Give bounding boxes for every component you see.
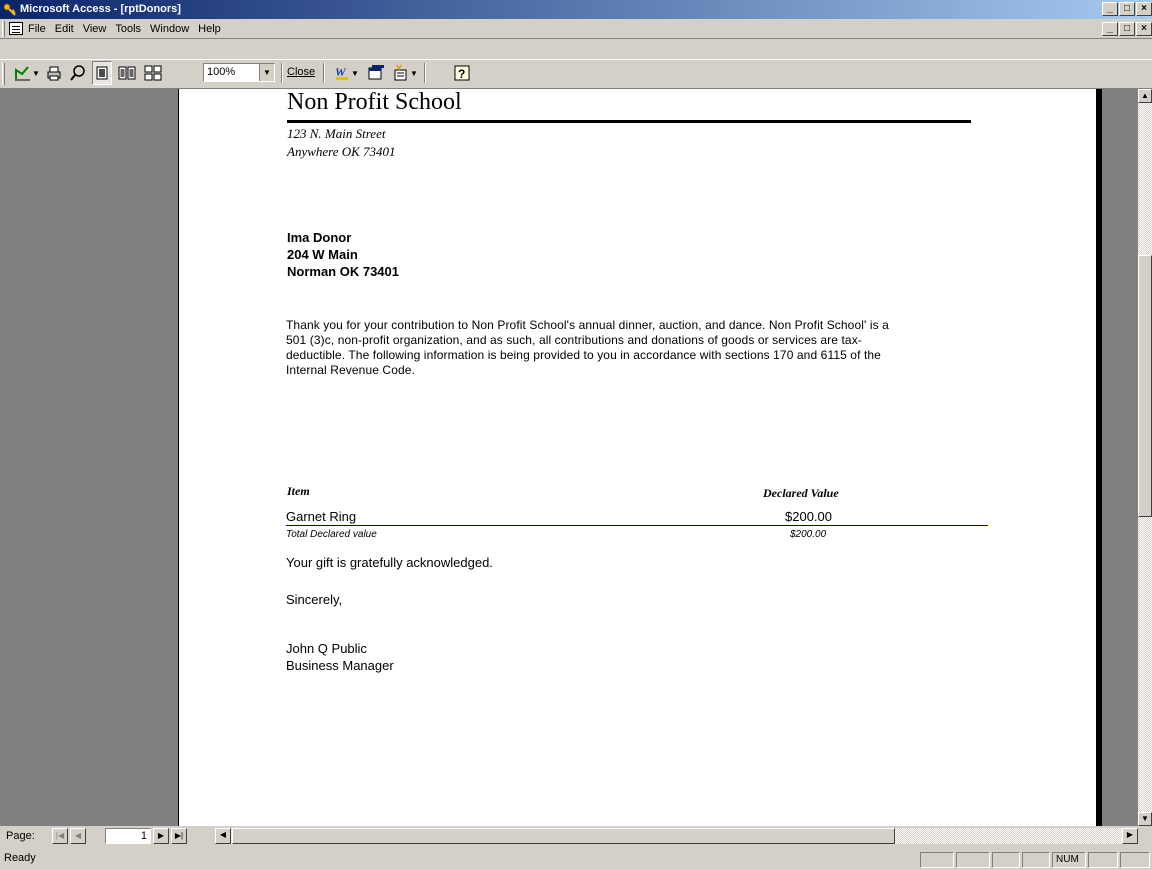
menu-help[interactable]: Help <box>198 22 221 36</box>
one-page-button[interactable] <box>92 61 112 85</box>
printer-icon <box>47 66 61 81</box>
toolbar-grip[interactable] <box>2 63 5 85</box>
close-window-button[interactable]: × <box>1136 2 1152 16</box>
next-page-icon[interactable]: ▶ <box>153 828 169 844</box>
menu-file[interactable]: File <box>28 22 46 36</box>
report-document-icon[interactable] <box>9 22 23 35</box>
doc-minimize-button[interactable]: _ <box>1102 22 1118 36</box>
vertical-scroll-thumb[interactable] <box>1138 255 1152 517</box>
database-window-icon <box>368 65 384 80</box>
svg-text:?: ? <box>458 67 465 81</box>
closing-text: Sincerely, <box>286 592 343 607</box>
office-links-button[interactable]: W ▼ <box>330 61 362 85</box>
menu-edit[interactable]: Edit <box>55 22 74 36</box>
last-page-icon[interactable]: ▶| <box>171 828 187 844</box>
vertical-scrollbar[interactable]: ▲ ▼ <box>1138 89 1152 826</box>
previous-page-icon[interactable]: ◀ <box>70 828 86 844</box>
menu-window[interactable]: Window <box>150 22 189 36</box>
chevron-down-icon[interactable]: ▼ <box>259 64 274 81</box>
column-header-item: Item <box>287 484 310 498</box>
org-address-line2: Anywhere OK 73401 <box>287 144 396 159</box>
word-link-icon: W <box>335 65 349 80</box>
report-page: Non Profit School 123 N. Main Street Any… <box>178 89 1096 826</box>
help-icon: ? <box>454 65 470 81</box>
total-value: $200.00 <box>790 529 827 540</box>
scroll-up-icon[interactable]: ▲ <box>1138 89 1152 103</box>
table-row-value: $200.00 <box>785 509 832 524</box>
table-rule <box>286 525 988 526</box>
menu-bar: File Edit View Tools Window Help _ □ × <box>0 19 1152 39</box>
acknowledgement-text: Your gift is gratefully acknowledged. <box>286 555 493 570</box>
scroll-right-icon[interactable]: ▶ <box>1122 828 1138 844</box>
one-page-icon <box>96 66 108 80</box>
restore-button[interactable]: □ <box>1119 2 1135 16</box>
menu-view[interactable]: View <box>83 22 107 36</box>
donor-name: Ima Donor <box>287 230 352 245</box>
magnifier-icon <box>70 65 85 81</box>
table-row-item: Garnet Ring <box>286 509 357 524</box>
status-panel <box>1120 852 1150 868</box>
multiple-pages-button[interactable] <box>142 61 164 85</box>
org-address-line1: 123 N. Main Street <box>287 126 386 141</box>
menu-tools[interactable]: Tools <box>115 22 141 36</box>
database-window-button[interactable] <box>365 61 387 85</box>
close-preview-button[interactable]: Close <box>287 63 315 82</box>
horizontal-scrollbar[interactable]: ◀ ▶ <box>215 828 1138 844</box>
scroll-left-icon[interactable]: ◀ <box>215 828 231 844</box>
two-pages-icon <box>118 66 136 80</box>
total-label: Total Declared value <box>286 529 377 540</box>
column-header-declared-value: Declared Value <box>763 486 839 500</box>
page-shadow <box>1096 89 1102 826</box>
status-panel <box>956 852 990 868</box>
signer-title: Business Manager <box>286 658 394 673</box>
status-panel <box>1088 852 1118 868</box>
header-rule <box>287 120 971 123</box>
new-object-button[interactable]: ▼ <box>389 61 421 85</box>
org-name: Non Profit School <box>287 89 462 115</box>
zoom-select[interactable]: 100% ▼ <box>203 63 275 82</box>
design-view-icon <box>15 66 31 81</box>
page-number-input[interactable]: 1 <box>105 828 151 844</box>
signer-name: John Q Public <box>286 641 367 656</box>
zoom-button[interactable] <box>68 61 88 85</box>
donor-address-line2: Norman OK 73401 <box>287 264 399 279</box>
num-lock-indicator: NUM <box>1052 852 1086 868</box>
access-key-icon <box>3 3 16 16</box>
toolbar-separator <box>424 63 426 83</box>
menu-grip[interactable] <box>2 21 5 37</box>
toolbar-separator <box>323 63 325 83</box>
print-button[interactable] <box>44 61 64 85</box>
toolbar-separator <box>281 63 283 83</box>
view-button[interactable]: ▼ <box>12 61 42 85</box>
status-panel <box>1022 852 1050 868</box>
window-title: Microsoft Access - [rptDonors] <box>20 3 181 15</box>
scroll-down-icon[interactable]: ▼ <box>1138 812 1152 826</box>
donor-address-line1: 204 W Main <box>287 247 358 262</box>
doc-restore-button[interactable]: □ <box>1119 22 1135 36</box>
report-preview-area[interactable]: Non Profit School 123 N. Main Street Any… <box>0 89 1140 826</box>
multiple-pages-icon <box>144 65 162 81</box>
help-button[interactable]: ? <box>452 61 472 85</box>
status-text: Ready <box>4 852 36 864</box>
svg-text:W: W <box>335 65 347 79</box>
new-object-icon <box>394 64 407 81</box>
toolbar-area <box>0 59 1152 89</box>
page-label: Page: <box>6 830 35 842</box>
status-panel <box>992 852 1020 868</box>
horizontal-scroll-thumb[interactable] <box>232 828 895 844</box>
doc-close-button[interactable]: × <box>1136 22 1152 36</box>
thank-you-paragraph: Thank you for your contribution to Non P… <box>286 318 889 377</box>
print-preview-toolbar <box>0 39 1152 61</box>
first-page-icon[interactable]: |◀ <box>52 828 68 844</box>
zoom-value: 100% <box>207 66 236 78</box>
two-pages-button[interactable] <box>116 61 138 85</box>
minimize-button[interactable]: _ <box>1102 2 1118 16</box>
status-panel <box>920 852 954 868</box>
title-bar: Microsoft Access - [rptDonors] _ □ × <box>0 0 1152 19</box>
